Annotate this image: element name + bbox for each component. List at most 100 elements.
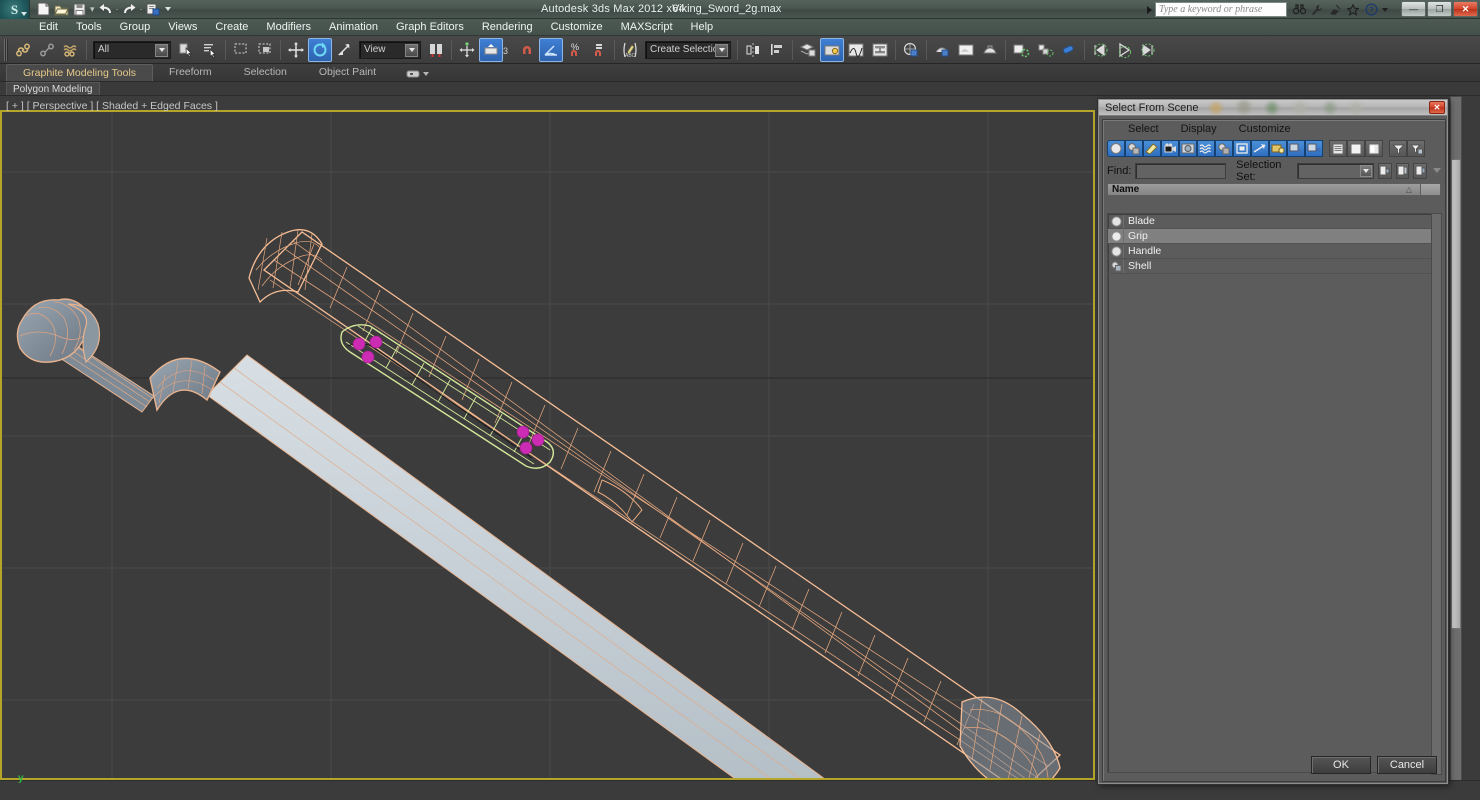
favorites-star-icon[interactable]: [1346, 3, 1360, 17]
spinner-snap-toggle-icon[interactable]: [587, 38, 611, 62]
menu-modifiers[interactable]: Modifiers: [257, 20, 320, 34]
display-cameras-icon[interactable]: [1161, 140, 1179, 157]
graphite-modeling-toolbar-toggle-icon[interactable]: [820, 37, 844, 62]
unlink-selection-icon[interactable]: [35, 38, 59, 62]
dialog-menu-select[interactable]: Select: [1117, 122, 1170, 136]
find-input[interactable]: [1135, 162, 1227, 179]
select-subtree-icon[interactable]: [1378, 162, 1392, 179]
display-geometry-icon[interactable]: [1107, 140, 1125, 157]
display-space-warps-icon[interactable]: [1197, 140, 1215, 157]
ribbon-panel-polygon-modeling[interactable]: Polygon Modeling: [6, 82, 100, 95]
perspective-viewport[interactable]: [0, 96, 1097, 780]
application-menu-button[interactable]: S: [0, 0, 30, 19]
select-influences-icon[interactable]: [1395, 162, 1410, 179]
display-lights-icon[interactable]: [1143, 140, 1161, 157]
scene-object-list[interactable]: Blade Grip Handle Shell: [1107, 213, 1437, 773]
display-shapes-icon[interactable]: [1125, 140, 1143, 157]
schematic-view-icon[interactable]: [868, 38, 892, 62]
dialog-title-bar[interactable]: Select From Scene ✕: [1099, 100, 1447, 116]
selection-set-combo[interactable]: [1296, 162, 1375, 179]
display-groups-icon[interactable]: [1215, 140, 1233, 157]
ribbon-minimize-icon[interactable]: [406, 69, 420, 79]
layer-manager-icon[interactable]: [796, 38, 820, 62]
tab-graphite-modeling-tools[interactable]: Graphite Modeling Tools: [6, 64, 154, 81]
curve-editor-icon[interactable]: [844, 38, 868, 62]
search-input[interactable]: Type a keyword or phrase: [1155, 2, 1287, 17]
tab-object-paint[interactable]: Object Paint: [303, 64, 392, 81]
display-xrefs-icon[interactable]: [1233, 140, 1251, 157]
selection-filter-combo[interactable]: All: [93, 40, 171, 59]
help-dropdown-icon[interactable]: [1382, 7, 1388, 12]
edit-named-selection-sets-icon[interactable]: ABC: [618, 38, 642, 62]
activeshade-icon[interactable]: [1033, 38, 1057, 62]
cancel-button[interactable]: Cancel: [1377, 756, 1437, 774]
bind-to-space-warp-icon[interactable]: [59, 38, 83, 62]
next-key-icon[interactable]: [1136, 38, 1160, 62]
redo-icon[interactable]: [121, 1, 138, 17]
menu-graph-editors[interactable]: Graph Editors: [387, 20, 473, 34]
new-file-icon[interactable]: [35, 1, 52, 17]
render-setup-icon[interactable]: [930, 38, 954, 62]
list-vertical-scrollbar[interactable]: [1431, 213, 1442, 775]
menu-help[interactable]: Help: [682, 20, 723, 34]
percent-snap-toggle-icon[interactable]: %: [563, 38, 587, 62]
ok-button[interactable]: OK: [1311, 756, 1371, 774]
use-center-flyout-icon[interactable]: [424, 38, 448, 62]
table-row[interactable]: Handle: [1108, 244, 1436, 259]
menu-maxscript[interactable]: MAXScript: [612, 20, 682, 34]
display-containers-icon[interactable]: [1269, 140, 1287, 157]
infocenter-expand-icon[interactable]: [1147, 5, 1152, 14]
menu-group[interactable]: Group: [111, 20, 160, 34]
dialog-close-button[interactable]: ✕: [1429, 101, 1445, 114]
dialog-toolbar-overflow-icon[interactable]: [1433, 168, 1442, 173]
toolbar-grip[interactable]: [4, 38, 8, 61]
menu-customize[interactable]: Customize: [542, 20, 612, 34]
advanced-filter-icon[interactable]: [1407, 140, 1425, 157]
main-window-vertical-scrollbar[interactable]: [1450, 96, 1462, 786]
ribbon-options-chevron-icon[interactable]: [423, 72, 430, 76]
menu-create[interactable]: Create: [206, 20, 257, 34]
column-header-extra[interactable]: [1420, 184, 1440, 195]
named-selection-set-combo[interactable]: Create Selection Set: [645, 40, 731, 59]
select-and-move-icon[interactable]: [284, 38, 308, 62]
scrollbar-thumb[interactable]: [1451, 159, 1461, 629]
render-production-icon[interactable]: [978, 38, 1002, 62]
filter-icon[interactable]: [1389, 140, 1407, 157]
mirror-icon[interactable]: [741, 38, 765, 62]
open-file-icon[interactable]: [53, 1, 70, 17]
previous-key-icon[interactable]: [1088, 38, 1112, 62]
search-binoculars-icon[interactable]: [1292, 3, 1306, 17]
material-editor-icon[interactable]: [899, 38, 923, 62]
play-animation-icon[interactable]: [1112, 38, 1136, 62]
snaps-toggle-icon[interactable]: [479, 37, 503, 62]
dialog-menu-display[interactable]: Display: [1170, 122, 1228, 136]
display-helpers-icon[interactable]: [1179, 140, 1197, 157]
dialog-menu-customize[interactable]: Customize: [1228, 122, 1302, 136]
render-iterative-icon[interactable]: [1009, 38, 1033, 62]
help-icon[interactable]: ?: [1364, 3, 1378, 17]
close-button[interactable]: ✕: [1453, 1, 1478, 17]
viewport-label[interactable]: [ + ] [ Perspective ] [ Shaded + Edged F…: [6, 100, 218, 112]
list-column-header[interactable]: Name △: [1107, 183, 1441, 196]
tab-freeform[interactable]: Freeform: [153, 64, 228, 81]
reference-coordinate-system-combo[interactable]: View: [359, 40, 421, 59]
save-file-icon[interactable]: [71, 1, 88, 17]
menu-rendering[interactable]: Rendering: [473, 20, 542, 34]
menu-edit[interactable]: Edit: [30, 20, 67, 34]
select-and-scale-icon[interactable]: [332, 38, 356, 62]
expand-all-icon[interactable]: [1347, 140, 1365, 157]
window-crossing-toggle-icon[interactable]: [253, 38, 277, 62]
table-row[interactable]: Shell: [1108, 259, 1436, 274]
wrench-icon[interactable]: [1310, 3, 1324, 17]
align-icon[interactable]: [765, 38, 789, 62]
select-by-name-icon[interactable]: [198, 38, 222, 62]
select-and-manipulate-icon[interactable]: [455, 38, 479, 62]
rectangular-selection-region-icon[interactable]: [229, 38, 253, 62]
material-explorer-icon[interactable]: [1057, 38, 1081, 62]
select-link-icon[interactable]: [11, 38, 35, 62]
tab-selection[interactable]: Selection: [228, 64, 303, 81]
display-bones-icon[interactable]: [1251, 140, 1269, 157]
rendered-frame-window-icon[interactable]: [954, 38, 978, 62]
table-row[interactable]: Blade: [1108, 214, 1436, 229]
select-dependents-icon[interactable]: [1413, 162, 1428, 179]
